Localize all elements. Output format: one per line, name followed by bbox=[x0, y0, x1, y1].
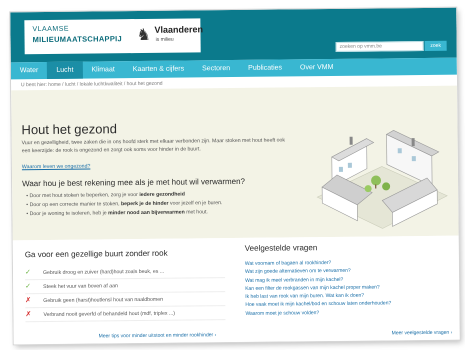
browser-page: VLAAMSE MILIEUMAATSCHAPPIJ ♞ Vlaanderen … bbox=[10, 7, 460, 345]
bullet-item: • Door je woning te isoleren, heb je min… bbox=[26, 209, 208, 218]
faq-link[interactable]: Waarom moet je schouw volden? bbox=[245, 308, 450, 318]
nav-item-kaarten-cijfers[interactable]: Kaarten & cijfers bbox=[124, 60, 194, 78]
vlaanderen-logo-title: Vlaanderen bbox=[154, 24, 204, 35]
faq-title: Veelgestelde vragen bbox=[244, 243, 318, 253]
site-header: VLAAMSE MILIEUMAATSCHAPPIJ ♞ Vlaanderen … bbox=[10, 7, 457, 63]
intro-paragraph: Vuur en gezelligheid, twee zaken die in … bbox=[21, 137, 286, 154]
more-faq-link[interactable]: Meer veelgestelde vragen › bbox=[392, 330, 453, 337]
check-icon: ✓ bbox=[24, 269, 31, 277]
intro-link[interactable]: Waarom leven we ongezond? bbox=[22, 164, 91, 171]
check-icon: ✓ bbox=[25, 283, 32, 291]
tips-list: ✓ Gebruik droog en zuiver (hard)hout zoa… bbox=[24, 264, 226, 323]
cross-icon: ✗ bbox=[25, 311, 32, 319]
nav-item-water[interactable]: Water bbox=[11, 62, 48, 79]
more-tips-link[interactable]: Meer tips voor minder uitstoot en minder… bbox=[99, 332, 217, 339]
faq-list: Wat voornam of bagaen al rookhinder? Wat… bbox=[245, 258, 451, 318]
section-subtitle: Waar hou je best rekening mee als je met… bbox=[22, 176, 246, 189]
nav-item-lucht[interactable]: Lucht bbox=[47, 61, 83, 79]
cross-icon: ✗ bbox=[25, 297, 32, 305]
breadcrumb[interactable]: U bent hier: home / lucht / lokale lucht… bbox=[21, 81, 163, 88]
vmm-logo-line2: MILIEUMAATSCHAPPIJ bbox=[32, 34, 123, 45]
lower-section: Ga voor een gezellige buurt zonder rook … bbox=[12, 235, 460, 345]
tips-title: Ga voor een gezellige buurt zonder rook bbox=[24, 248, 168, 260]
hero-section: Hout het gezond Vuur en gezelligheid, tw… bbox=[11, 85, 459, 241]
vmm-logo[interactable]: VLAAMSE MILIEUMAATSCHAPPIJ bbox=[24, 19, 135, 55]
nav-item-publicaties[interactable]: Publicaties bbox=[239, 59, 291, 77]
bullet-list: • Door met hout stoken te beperken, zorg… bbox=[26, 189, 316, 219]
vlaanderen-logo[interactable]: ♞ Vlaanderen is milieu bbox=[130, 18, 204, 54]
tip-text: Gebruik droog en zuiver (hard)hout zoals… bbox=[42, 268, 165, 277]
neighbourhood-illustration bbox=[316, 129, 448, 229]
tip-text: Gebruik geen (harst)houtlensl hout van n… bbox=[43, 296, 164, 305]
nav-item-sectoren[interactable]: Sectoren bbox=[193, 60, 239, 77]
lion-icon: ♞ bbox=[136, 26, 151, 45]
tip-item: ✗ Verbrand nooit geverfd of behandeld ho… bbox=[25, 306, 226, 323]
tip-text: Verbrand nooit geverfd of behandeld hout… bbox=[43, 310, 175, 319]
main-nav: Water Lucht Klimaat Kaarten & cijfers Se… bbox=[10, 57, 457, 80]
page-title: Hout het gezond bbox=[21, 121, 117, 138]
search-input[interactable]: zoeken op vmm.be bbox=[335, 41, 424, 52]
vmm-logo-line1: VLAAMSE bbox=[32, 25, 70, 34]
nav-item-klimaat[interactable]: Klimaat bbox=[82, 61, 124, 78]
nav-item-over-vmm[interactable]: Over VMM bbox=[291, 59, 343, 77]
search-button[interactable]: zoek bbox=[424, 40, 447, 52]
tip-text: Steek het vuur van boven af aan bbox=[43, 283, 118, 291]
vlaanderen-logo-subtitle: is milieu bbox=[155, 36, 174, 43]
